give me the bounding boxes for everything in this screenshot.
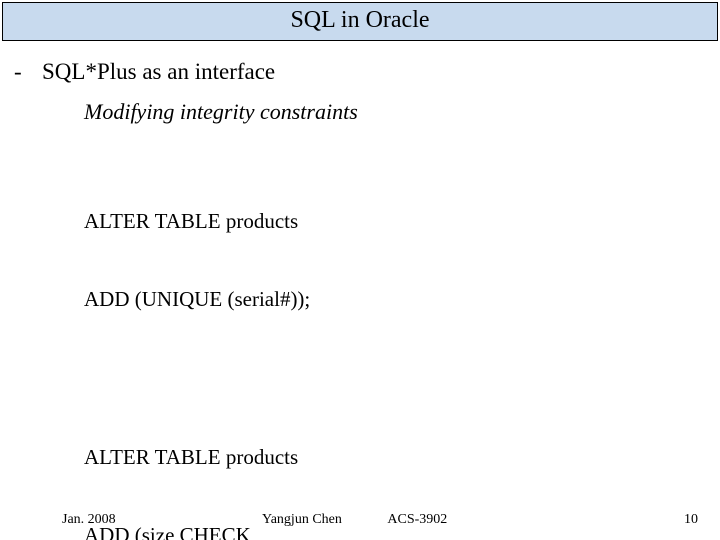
footer-author: Yangjun Chen (262, 512, 342, 527)
slide: SQL in Oracle - SQL*Plus as an interface… (0, 2, 720, 540)
bullet-text: SQL*Plus as an interface (42, 59, 275, 85)
code-block-1: ALTER TABLE products ADD (UNIQUE (serial… (84, 155, 706, 365)
code-line: ADD (UNIQUE (serial#)); (84, 286, 706, 312)
bullet-row: - SQL*Plus as an interface (14, 59, 706, 85)
slide-footer: Jan. 2008 Yangjun Chen ACS-3902 10 (0, 512, 720, 528)
bullet-dash: - (14, 59, 42, 85)
code-line: ALTER TABLE products (84, 444, 706, 470)
footer-date: Jan. 2008 (62, 512, 262, 528)
slide-title: SQL in Oracle (2, 2, 718, 41)
code-line: ALTER TABLE products (84, 208, 706, 234)
footer-page: 10 (658, 512, 698, 528)
subheading: Modifying integrity constraints (84, 99, 706, 125)
footer-center: Yangjun Chen ACS-3902 (262, 512, 658, 528)
slide-content: - SQL*Plus as an interface Modifying int… (0, 41, 720, 540)
footer-course: ACS-3902 (387, 512, 447, 527)
